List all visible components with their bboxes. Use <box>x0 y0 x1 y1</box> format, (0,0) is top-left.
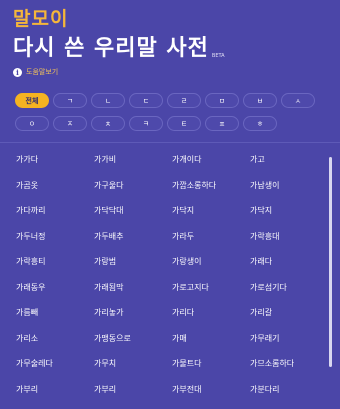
word-link[interactable]: 가가비 <box>94 154 172 180</box>
word-link[interactable]: 가곰옷 <box>16 180 94 206</box>
word-link[interactable]: 가구울다 <box>94 180 172 206</box>
word-link[interactable]: 가랑범 <box>94 256 172 282</box>
filter-chip[interactable]: ㅇ <box>15 116 49 131</box>
word-link[interactable]: 가개이다 <box>172 154 250 180</box>
filter-chip[interactable]: ㄴ <box>91 93 125 108</box>
word-link[interactable]: 가고 <box>250 154 316 180</box>
word-link[interactable]: 가부전대 <box>172 384 250 409</box>
filter-chip[interactable]: ㅁ <box>205 93 239 108</box>
filter-row-2: ㅇ ㅈ ㅊ ㅋ ㅌ ㅍ ㅎ <box>15 116 315 131</box>
word-link[interactable]: 가무치 <box>94 358 172 384</box>
word-link[interactable]: 가라두 <box>172 231 250 257</box>
word-link[interactable]: 가리소 <box>16 333 94 359</box>
word-link[interactable]: 가부리 <box>94 384 172 409</box>
page-title: 다시 쓴 우리말 사전 <box>13 36 209 62</box>
filter-chip[interactable]: ㄷ <box>129 93 163 108</box>
word-link[interactable]: 가납생이 <box>250 180 316 206</box>
filter-chip-all[interactable]: 전체 <box>15 93 49 108</box>
word-link[interactable]: 가가다 <box>16 154 94 180</box>
word-link[interactable]: 가락흥대 <box>250 231 316 257</box>
word-link[interactable]: 가리놓가 <box>94 307 172 333</box>
word-link[interactable]: 가래다 <box>250 256 316 282</box>
filter-chip[interactable]: ㅍ <box>205 116 239 131</box>
word-link[interactable]: 가두너정 <box>16 231 94 257</box>
word-link[interactable]: 가닥지 <box>250 205 316 231</box>
filter-chip[interactable]: ㅎ <box>243 116 277 131</box>
word-link[interactable]: 가분다리 <box>250 384 316 409</box>
word-link[interactable]: 가다까리 <box>16 205 94 231</box>
word-link[interactable]: 가두배추 <box>94 231 172 257</box>
word-link[interactable]: 가닥닥대 <box>94 205 172 231</box>
consonant-filter: 전체 ㄱ ㄴ ㄷ ㄹ ㅁ ㅂ ㅅ ㅇ ㅈ ㅊ ㅋ ㅌ ㅍ ㅎ <box>15 93 315 139</box>
title-row: 다시 쓴 우리말 사전 BETA <box>13 36 225 62</box>
word-grid: 가가다 가가비 가개이다 가고 가곰옷 가구울다 가깝소롱하다 가납생이 가다까… <box>16 154 316 409</box>
word-link[interactable]: 가락흥티 <box>16 256 94 282</box>
filter-chip[interactable]: ㅈ <box>53 116 87 131</box>
brand-logo-text: 말모이 <box>13 8 225 30</box>
word-link[interactable]: 가닥지 <box>172 205 250 231</box>
help-link-label: 도움말보기 <box>26 67 58 77</box>
filter-chip[interactable]: ㅋ <box>129 116 163 131</box>
word-link[interactable]: 가랑생이 <box>172 256 250 282</box>
word-list-panel: 가가다 가가비 가개이다 가고 가곰옷 가구울다 가깝소롱하다 가납생이 가다까… <box>0 142 340 368</box>
filter-chip[interactable]: ㅊ <box>91 116 125 131</box>
word-link[interactable]: 가깝소롱하다 <box>172 180 250 206</box>
word-link[interactable]: 가물트다 <box>172 358 250 384</box>
help-link[interactable]: i 도움말보기 <box>13 67 58 77</box>
info-icon: i <box>13 68 22 77</box>
beta-badge: BETA <box>212 53 225 59</box>
filter-row-1: 전체 ㄱ ㄴ ㄷ ㄹ ㅁ ㅂ ㅅ <box>15 93 315 108</box>
word-link[interactable]: 가므소롬하다 <box>250 358 316 384</box>
filter-chip[interactable]: ㅂ <box>243 93 277 108</box>
word-link[interactable]: 가리갈 <box>250 307 316 333</box>
word-list-scrollbar[interactable] <box>329 157 332 367</box>
filter-chip[interactable]: ㄹ <box>167 93 201 108</box>
word-link[interactable]: 가맹동으로 <box>94 333 172 359</box>
app-header: 말모이 다시 쓴 우리말 사전 BETA <box>13 8 225 62</box>
filter-chip[interactable]: ㅅ <box>281 93 315 108</box>
word-link[interactable]: 가무술레다 <box>16 358 94 384</box>
word-link[interactable]: 가부리 <box>16 384 94 409</box>
filter-chip[interactable]: ㅌ <box>167 116 201 131</box>
filter-spacer <box>281 116 315 131</box>
word-link[interactable]: 가리다 <box>172 307 250 333</box>
word-link[interactable]: 가무래기 <box>250 333 316 359</box>
word-link[interactable]: 가름빼 <box>16 307 94 333</box>
word-link[interactable]: 가로고지다 <box>172 282 250 308</box>
word-link[interactable]: 가매 <box>172 333 250 359</box>
word-link[interactable]: 가로섬기다 <box>250 282 316 308</box>
word-link[interactable]: 가래동우 <box>16 282 94 308</box>
word-link[interactable]: 가래됨막 <box>94 282 172 308</box>
filter-chip[interactable]: ㄱ <box>53 93 87 108</box>
